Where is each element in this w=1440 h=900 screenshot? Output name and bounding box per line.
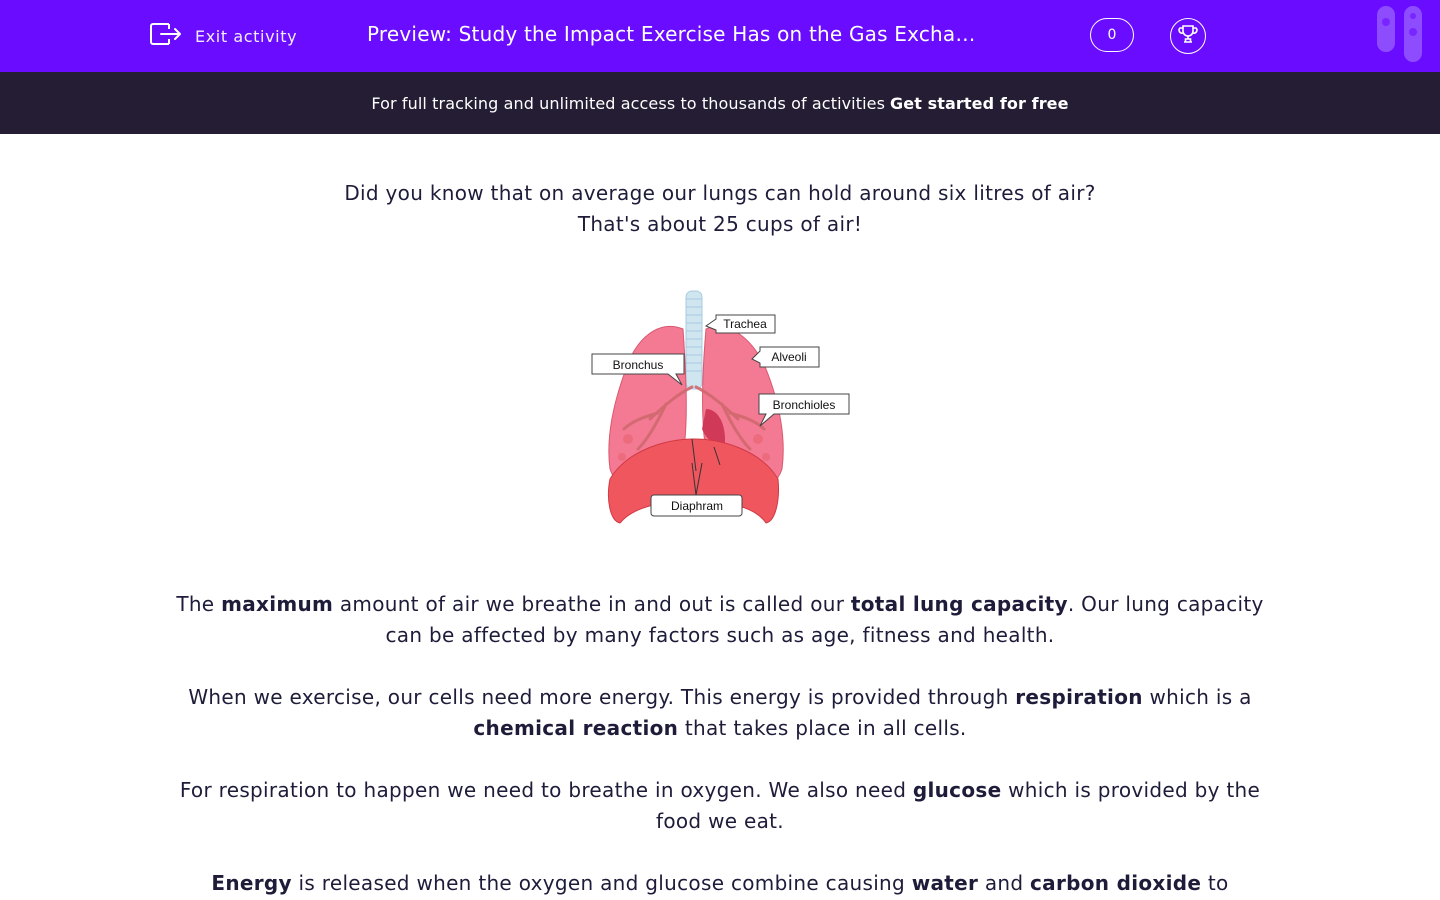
paragraph-glucose: For respiration to happen we need to bre… bbox=[160, 775, 1280, 837]
text-span: For respiration to happen we need to bre… bbox=[179, 778, 913, 802]
text-span: The bbox=[176, 592, 222, 616]
bold-term: maximum bbox=[221, 592, 334, 616]
intro-line-1: Did you know that on average our lungs c… bbox=[344, 181, 1096, 205]
label-trachea: Trachea bbox=[723, 317, 767, 331]
paragraph-lung-capacity: The maximum amount of air we breathe in … bbox=[160, 589, 1280, 651]
text-span: is released when the oxygen and glucose … bbox=[291, 871, 912, 895]
lungs-diagram: Trachea Alveoli Bronchus Bronchioles Dia… bbox=[588, 289, 852, 531]
label-diaphragm: Diaphram bbox=[671, 499, 723, 513]
label-bronchioles: Bronchioles bbox=[773, 398, 836, 412]
bold-term: respiration bbox=[1015, 685, 1143, 709]
trachea-shape bbox=[685, 290, 703, 390]
intro-line-2: That's about 25 cups of air! bbox=[577, 212, 863, 236]
text-span: and bbox=[978, 871, 1031, 895]
score-badge: 0 bbox=[1090, 18, 1134, 52]
label-alveoli: Alveoli bbox=[771, 350, 806, 364]
paragraph-energy: Energy is released when the oxygen and g… bbox=[160, 868, 1280, 899]
text-span: amount of air we breathe in and out is c… bbox=[333, 592, 851, 616]
paragraph-respiration: When we exercise, our cells need more en… bbox=[160, 682, 1280, 744]
page-title: Preview: Study the Impact Exercise Has o… bbox=[367, 22, 976, 46]
trophy-button[interactable] bbox=[1170, 18, 1206, 54]
signup-banner: For full tracking and unlimited access t… bbox=[0, 72, 1440, 134]
test-tubes-logo bbox=[1374, 4, 1426, 64]
text-span: which is a bbox=[1142, 685, 1252, 709]
intro-text: Did you know that on average our lungs c… bbox=[0, 178, 1440, 240]
bold-term: total lung capacity bbox=[850, 592, 1068, 616]
exit-activity-label: Exit activity bbox=[195, 26, 298, 46]
trophy-icon bbox=[1177, 23, 1199, 49]
label-bronchus: Bronchus bbox=[613, 358, 664, 372]
exit-icon bbox=[149, 20, 183, 52]
banner-text: For full tracking and unlimited access t… bbox=[371, 93, 886, 113]
text-span: that takes place in all cells. bbox=[678, 716, 967, 740]
bold-term: chemical reaction bbox=[473, 716, 679, 740]
bold-term: Energy bbox=[211, 871, 292, 895]
bold-term: water bbox=[911, 871, 979, 895]
bold-term: glucose bbox=[912, 778, 1002, 802]
exit-activity-button[interactable]: Exit activity bbox=[149, 20, 297, 52]
bold-term: carbon dioxide bbox=[1030, 871, 1202, 895]
top-bar: Exit activity Preview: Study the Impact … bbox=[0, 0, 1440, 72]
text-span: When we exercise, our cells need more en… bbox=[188, 685, 1016, 709]
get-started-link[interactable]: Get started for free bbox=[890, 94, 1069, 113]
text-span: to bbox=[1201, 871, 1229, 895]
